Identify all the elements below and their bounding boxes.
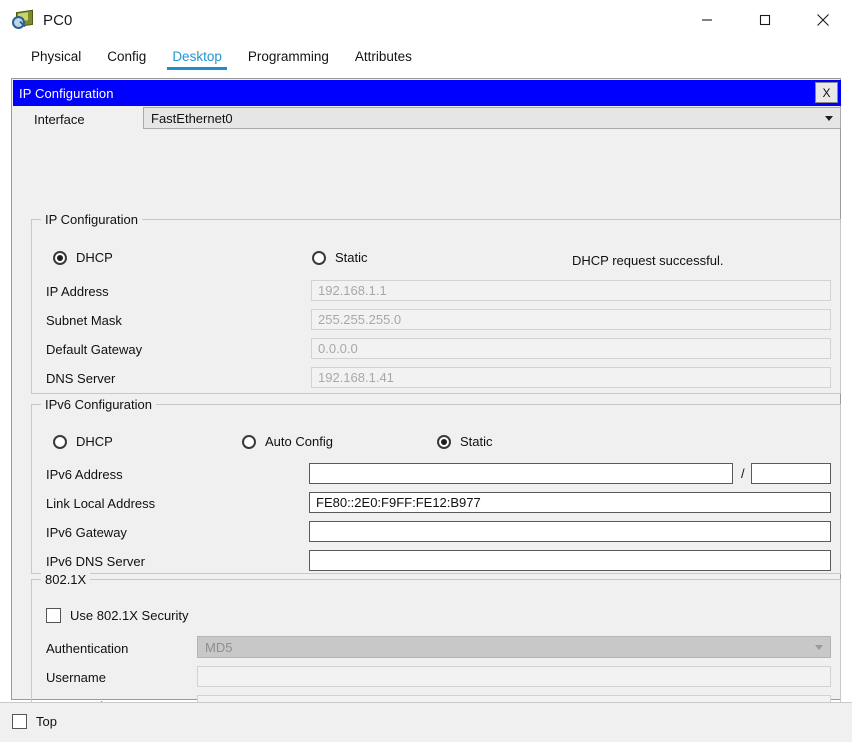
ipv4-static-label: Static	[335, 250, 368, 265]
use-dot1x-security-label: Use 802.1X Security	[70, 608, 189, 623]
pc-device-icon	[12, 9, 34, 31]
ipv6-static-radio[interactable]: Static	[437, 434, 493, 449]
tab-strip: Physical Config Desktop Programming Attr…	[0, 40, 852, 70]
use-dot1x-security-checkbox[interactable]: Use 802.1X Security	[46, 608, 189, 623]
minimize-icon	[702, 19, 712, 21]
radio-indicator	[53, 250, 67, 265]
subnet-mask-label: Subnet Mask	[46, 313, 122, 328]
ipv6-auto-config-label: Auto Config	[265, 434, 333, 449]
ipv6-auto-config-radio[interactable]: Auto Config	[242, 434, 333, 449]
interface-select[interactable]: FastEthernet0	[143, 107, 841, 129]
link-local-address-value: FE80::2E0:F9FF:FE12:B977	[316, 495, 481, 510]
username-label: Username	[46, 670, 106, 685]
ipv6-configuration-group: IPv6 Configuration DHCP Auto Config Stat…	[31, 397, 841, 574]
link-local-address-label: Link Local Address	[46, 496, 156, 511]
top-checkbox[interactable]: Top	[12, 714, 57, 729]
ipv6-prefix-field[interactable]	[751, 463, 831, 484]
subnet-mask-value: 255.255.255.0	[318, 312, 402, 327]
ip-address-field[interactable]: 192.168.1.1	[311, 280, 831, 301]
dns-server-label: DNS Server	[46, 371, 116, 386]
default-gateway-field[interactable]: 0.0.0.0	[311, 338, 831, 359]
dialog-title: IP Configuration	[19, 85, 114, 101]
dialog-close-button[interactable]: X	[815, 82, 838, 103]
authentication-value: MD5	[205, 639, 233, 655]
ipv4-dhcp-radio[interactable]: DHCP	[53, 250, 113, 265]
ip-address-value: 192.168.1.1	[318, 283, 387, 298]
username-field[interactable]	[197, 666, 831, 687]
ipv6-dns-server-field[interactable]	[309, 550, 831, 571]
tab-attributes[interactable]: Attributes	[342, 49, 425, 71]
ipv4-group-title: IP Configuration	[41, 212, 142, 227]
checkbox-indicator	[12, 714, 27, 729]
ipv6-address-field[interactable]	[309, 463, 733, 484]
window-controls	[678, 0, 852, 40]
tab-config[interactable]: Config	[94, 49, 159, 71]
ipv6-dns-server-label: IPv6 DNS Server	[46, 554, 145, 569]
ipv6-gateway-label: IPv6 Gateway	[46, 525, 127, 540]
chevron-down-icon	[815, 645, 823, 650]
radio-indicator	[312, 250, 326, 265]
ipv6-group-title: IPv6 Configuration	[41, 397, 156, 412]
radio-indicator	[437, 434, 451, 449]
interface-row: Interface FastEthernet0	[13, 107, 841, 133]
ipv6-dhcp-label: DHCP	[76, 434, 113, 449]
dns-server-field[interactable]: 192.168.1.41	[311, 367, 831, 388]
ipv6-address-label: IPv6 Address	[46, 467, 123, 482]
checkbox-indicator	[46, 608, 61, 623]
tab-desktop[interactable]: Desktop	[159, 49, 235, 71]
subnet-mask-field[interactable]: 255.255.255.0	[311, 309, 831, 330]
ip-address-label: IP Address	[46, 284, 109, 299]
window-footer: Top	[0, 702, 852, 742]
dot1x-group-title: 802.1X	[41, 572, 91, 587]
ipv6-dhcp-radio[interactable]: DHCP	[53, 434, 113, 449]
ip-configuration-panel: IP Configuration X Interface FastEtherne…	[11, 78, 841, 724]
close-icon	[817, 14, 829, 26]
ipv6-gateway-field[interactable]	[309, 521, 831, 542]
authentication-select[interactable]: MD5	[197, 636, 831, 658]
interface-label: Interface	[34, 112, 85, 127]
window-titlebar: PC0	[0, 0, 852, 40]
dns-server-value: 192.168.1.41	[318, 370, 394, 385]
dialog-titlebar: IP Configuration X	[13, 80, 841, 106]
window-title: PC0	[43, 11, 73, 29]
dhcp-status-message: DHCP request successful.	[572, 253, 724, 268]
ipv6-prefix-separator: /	[741, 466, 745, 481]
tab-physical[interactable]: Physical	[18, 49, 94, 71]
close-button[interactable]	[794, 0, 852, 40]
authentication-label: Authentication	[46, 641, 129, 656]
ipv4-configuration-group: IP Configuration DHCP Static DHCP reques…	[31, 212, 841, 394]
top-checkbox-label: Top	[36, 714, 57, 729]
tab-programming[interactable]: Programming	[235, 49, 342, 71]
interface-value: FastEthernet0	[151, 110, 233, 126]
maximize-icon	[759, 14, 771, 26]
ipv4-static-radio[interactable]: Static	[312, 250, 368, 265]
default-gateway-value: 0.0.0.0	[318, 341, 358, 356]
link-local-address-field[interactable]: FE80::2E0:F9FF:FE12:B977	[309, 492, 831, 513]
maximize-button[interactable]	[736, 0, 794, 40]
default-gateway-label: Default Gateway	[46, 342, 143, 357]
radio-indicator	[242, 434, 256, 449]
ipv4-dhcp-label: DHCP	[76, 250, 113, 265]
minimize-button[interactable]	[678, 0, 736, 40]
radio-indicator	[53, 434, 67, 449]
chevron-down-icon	[825, 116, 833, 121]
ipv6-static-label: Static	[460, 434, 493, 449]
